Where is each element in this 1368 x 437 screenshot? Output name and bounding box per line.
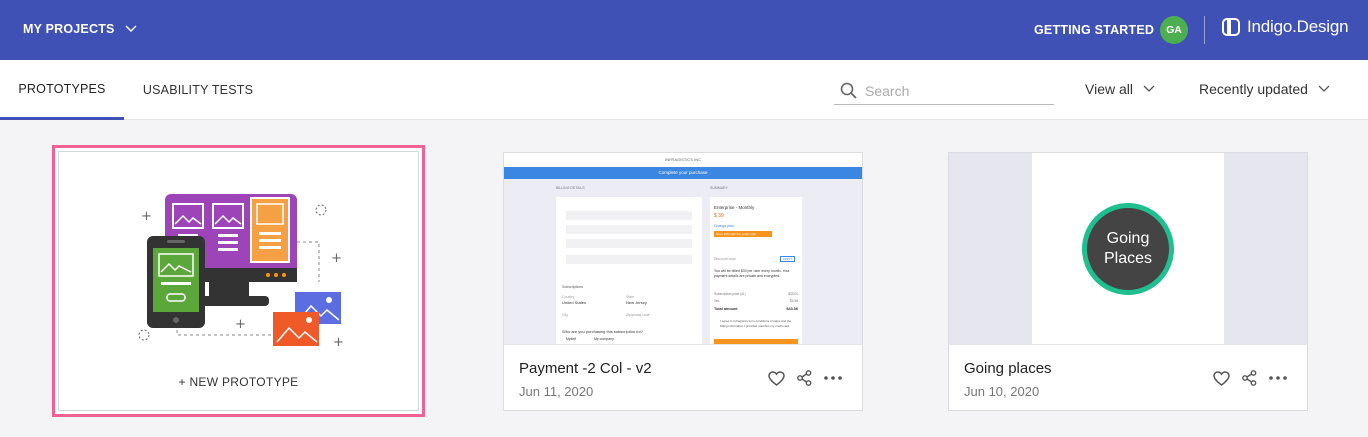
chevron-down-icon — [125, 25, 137, 32]
card-title[interactable]: Going places — [964, 360, 1052, 377]
logo-text-line-1: Going — [1106, 230, 1150, 247]
heart-icon — [768, 370, 785, 386]
card-actions — [768, 370, 842, 386]
search-input[interactable] — [865, 82, 1035, 99]
more-options-button[interactable] — [1269, 376, 1287, 380]
share-icon — [797, 370, 812, 386]
logo-text-line-2: Places — [1103, 250, 1153, 267]
preview-zip-label: Zip/postal code — [626, 313, 650, 317]
tab-prototypes[interactable]: PROTOTYPES — [0, 60, 124, 120]
preview-billing-heading: BILLING DETAILS — [556, 186, 585, 190]
share-icon — [1242, 370, 1257, 386]
chevron-down-icon — [1318, 85, 1330, 92]
chevron-down-icon — [1143, 85, 1155, 92]
heart-icon — [1213, 370, 1230, 386]
search-icon — [840, 82, 857, 99]
preview-city-label: City — [562, 313, 569, 317]
preview-subscriptions-label: Subscriptions — [562, 285, 584, 289]
share-button[interactable] — [797, 370, 812, 386]
preview-change-plan: Change plan — [714, 224, 734, 228]
sub-bar: PROTOTYPES USABILITY TESTS View all Rece… — [0, 60, 1368, 120]
sort-label: Recently updated — [1199, 81, 1308, 97]
preview-total-label: Total amount — [714, 307, 738, 311]
card-date: Jun 10, 2020 — [964, 384, 1040, 399]
preview-plan: Enterprise - Monthly — [714, 205, 755, 210]
preview-company: INFRAGISTICS INC — [504, 153, 862, 167]
my-projects-menu[interactable]: MY PROJECTS — [23, 22, 137, 36]
svg-text:+: + — [141, 209, 152, 224]
preview-option-company: My company — [594, 337, 614, 341]
svg-text:+: + — [333, 335, 344, 350]
getting-started-link[interactable]: GETTING STARTED — [1034, 23, 1154, 37]
preview-subtotal-label: Subscription price (x1) — [714, 292, 746, 296]
preview-discount: Discount code — [714, 257, 737, 261]
preview-state-label: State — [626, 295, 635, 299]
preview-price: $ 39 — [714, 213, 724, 219]
preview-question: Who are you purchasing this subscription… — [562, 329, 644, 334]
preview-tax-label: Tax — [714, 299, 719, 303]
preview-savings: Save 20% with the yearly plan — [714, 231, 772, 237]
preview-banner: Complete your purchase — [504, 167, 862, 179]
preview-total: $43.56 — [786, 307, 798, 311]
prototype-thumbnail[interactable]: INFRAGISTICS INC Complete your purchase … — [504, 153, 862, 345]
more-horizontal-icon — [1269, 376, 1287, 380]
preview-apply: APPLY — [780, 256, 796, 262]
header-divider — [1204, 16, 1205, 44]
my-projects-label: MY PROJECTS — [23, 22, 115, 36]
more-options-button[interactable] — [824, 376, 842, 380]
prototype-thumbnail[interactable]: Going Places — [949, 153, 1307, 345]
preview-country-label: Country — [562, 295, 575, 299]
avatar[interactable]: GA — [1160, 16, 1188, 44]
card-date: Jun 11, 2020 — [519, 384, 594, 399]
card-title[interactable]: Payment -2 Col - v2 — [519, 360, 652, 377]
devices-illustration: + + + + — [138, 194, 344, 350]
preview-option-myself: Myself — [566, 337, 577, 341]
tab-usability-tests[interactable]: USABILITY TESTS — [124, 60, 272, 120]
svg-text:+: + — [235, 317, 246, 332]
preview-tax: $4.56 — [790, 299, 798, 303]
going-places-logo: Going Places — [1082, 203, 1174, 295]
view-filter-dropdown[interactable]: View all — [1085, 81, 1155, 97]
view-filter-label: View all — [1085, 81, 1133, 97]
more-horizontal-icon — [824, 376, 842, 380]
preview-summary-panel: Enterprise - Monthly $ 39 Change plan Sa… — [710, 197, 802, 344]
preview-screen: Going Places — [1032, 153, 1224, 344]
preview-agree: I agree to Infragistics Inc's conditions… — [720, 319, 792, 328]
preview-country: United States — [562, 300, 587, 305]
preview-billing-form: Subscriptions Country United States Stat… — [556, 197, 702, 344]
preview-summary-heading: SUMMARY — [710, 186, 728, 190]
new-prototype-card-highlight: + + + + + NEW PROTOTYPE — [52, 145, 425, 417]
new-prototype-label: + NEW PROTOTYPE — [178, 375, 299, 389]
card-actions — [1213, 370, 1287, 386]
prototype-card-payment[interactable]: INFRAGISTICS INC Complete your purchase … — [503, 152, 863, 411]
favorite-button[interactable] — [1213, 370, 1230, 386]
preview-billing-note: You will be billed $39 per user every mo… — [714, 269, 790, 278]
favorite-button[interactable] — [768, 370, 785, 386]
search-box — [834, 77, 1054, 105]
preview-subtotal: $39.00 — [788, 292, 798, 296]
prototype-card-going-places[interactable]: Going Places Going places Jun 10, 2020 — [948, 152, 1308, 411]
new-prototype-card[interactable]: + + + + + NEW PROTOTYPE — [58, 151, 419, 411]
share-button[interactable] — [1242, 370, 1257, 386]
top-bar: MY PROJECTS GETTING STARTED GA Indigo.De… — [0, 0, 1368, 60]
sort-dropdown[interactable]: Recently updated — [1199, 81, 1330, 97]
svg-text:+: + — [331, 251, 342, 266]
brand-logo[interactable]: Indigo.Design — [1221, 17, 1349, 37]
indigo-logo-icon — [1222, 18, 1240, 36]
preview-state: New Jersey — [626, 300, 647, 305]
brand-name: Indigo.Design — [1247, 17, 1349, 36]
